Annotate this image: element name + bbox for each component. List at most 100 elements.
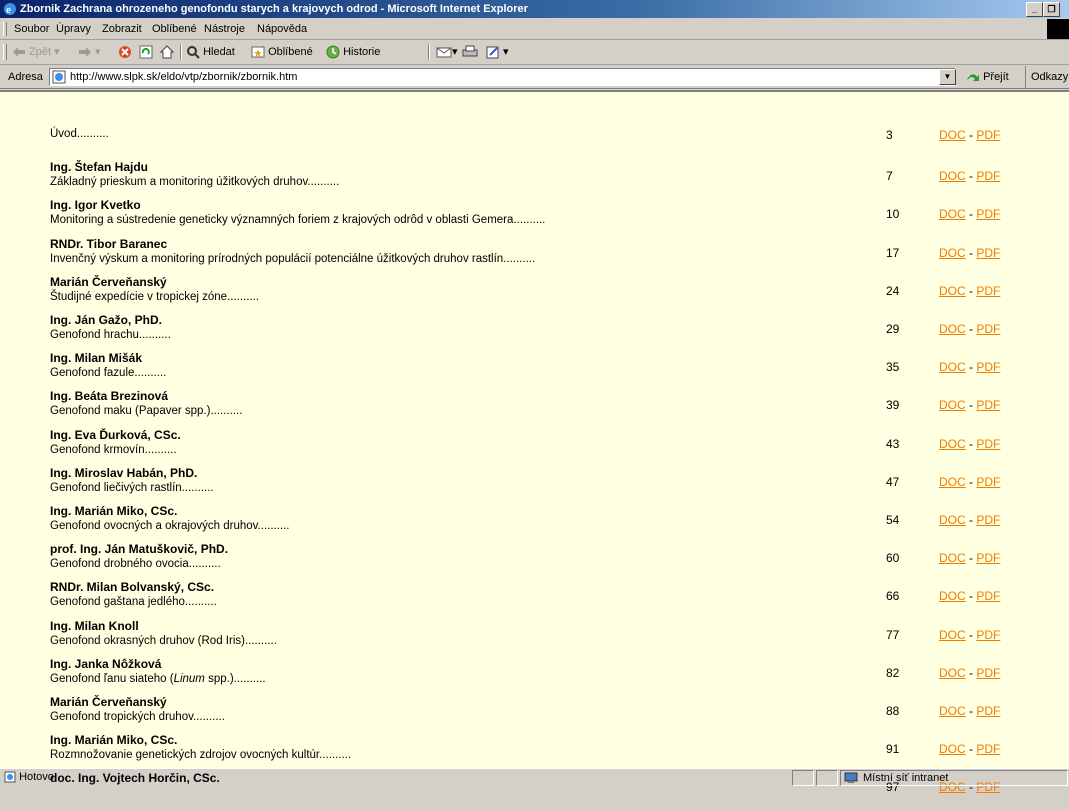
- entry-page: 24: [886, 283, 900, 298]
- entry-links: DOC - PDF: [939, 128, 1000, 142]
- doc-link[interactable]: DOC: [939, 322, 966, 336]
- history-button[interactable]: Historie: [326, 40, 380, 64]
- entry-title-part: Linum: [173, 672, 205, 685]
- pdf-link[interactable]: PDF: [976, 628, 1000, 642]
- doc-link[interactable]: DOC: [939, 360, 966, 374]
- entry-author: Ing. Eva Ďurková, CSc.: [50, 427, 181, 442]
- back-button[interactable]: Zpět ▾: [12, 40, 60, 64]
- menu-bar: Soubor Úpravy Zobrazit Oblíbené Nástroje…: [0, 19, 1069, 40]
- doc-link[interactable]: DOC: [939, 551, 966, 565]
- menu-view[interactable]: Zobrazit: [102, 19, 142, 39]
- doc-link[interactable]: DOC: [939, 246, 966, 260]
- refresh-button[interactable]: [139, 40, 153, 64]
- pdf-link[interactable]: PDF: [976, 360, 1000, 374]
- doc-link[interactable]: DOC: [939, 128, 966, 142]
- doc-link[interactable]: DOC: [939, 742, 966, 756]
- menu-tools[interactable]: Nástroje: [204, 19, 245, 39]
- doc-link[interactable]: DOC: [939, 169, 966, 183]
- status-page-icon: [4, 771, 16, 783]
- entry-author: RNDr. Milan Bolvanský, CSc.: [50, 580, 215, 595]
- doc-link[interactable]: DOC: [939, 398, 966, 412]
- status-bar: Hotovo Místní síť intranet: [0, 768, 1069, 786]
- pdf-link[interactable]: PDF: [976, 322, 1000, 336]
- link-separator: -: [965, 169, 977, 184]
- entry-title: Invenčný výskum a monitoring prírodných …: [50, 252, 536, 265]
- link-separator: -: [965, 665, 977, 680]
- pdf-link[interactable]: PDF: [976, 128, 1000, 142]
- menu-help[interactable]: Nápověda: [257, 19, 307, 39]
- pdf-link[interactable]: PDF: [976, 398, 1000, 412]
- pdf-link[interactable]: PDF: [976, 551, 1000, 565]
- toc-entry: RNDr. Milan Bolvanský, CSc. Genofond gašt…: [0, 580, 1060, 618]
- toc-entry: Ing. Ján Gažo, PhD. Genofond hrachu......…: [0, 313, 1060, 351]
- menu-edit[interactable]: Úpravy: [56, 19, 91, 39]
- toc-entry: Marián Červeňanský Genofond tropických dr…: [0, 695, 1060, 733]
- entry-links: DOC - PDF: [939, 207, 1000, 221]
- stop-button[interactable]: [118, 40, 132, 64]
- entry-links: DOC - PDF: [939, 398, 1000, 412]
- doc-link[interactable]: DOC: [939, 589, 966, 603]
- home-button[interactable]: [159, 40, 175, 64]
- pdf-link[interactable]: PDF: [976, 284, 1000, 298]
- doc-link[interactable]: DOC: [939, 475, 966, 489]
- entry-links: DOC - PDF: [939, 246, 1000, 260]
- pdf-link[interactable]: PDF: [976, 589, 1000, 603]
- intranet-icon: [844, 772, 858, 783]
- edit-button[interactable]: ▾: [486, 40, 509, 64]
- favorites-button[interactable]: Oblíbené: [251, 40, 313, 64]
- entry-page: 7: [886, 169, 893, 184]
- menu-favorites[interactable]: Oblíbené: [152, 19, 197, 39]
- link-separator: -: [965, 551, 977, 566]
- entry-author: Ing. Ján Gažo, PhD.: [50, 313, 163, 327]
- entry-page: 35: [886, 360, 900, 375]
- doc-link[interactable]: DOC: [939, 437, 966, 451]
- pdf-link[interactable]: PDF: [976, 246, 1000, 260]
- status-text-container: Hotovo: [4, 769, 54, 786]
- pdf-link[interactable]: PDF: [976, 169, 1000, 183]
- maximize-button[interactable]: ❐: [1043, 2, 1060, 17]
- entry-title-part: Genofond ľanu siateho (: [50, 672, 174, 685]
- entry-author: Ing. Milan Knoll: [50, 618, 139, 633]
- doc-link[interactable]: DOC: [939, 284, 966, 298]
- pdf-link[interactable]: PDF: [976, 475, 1000, 489]
- search-button[interactable]: Hledat: [186, 40, 235, 64]
- link-separator: -: [965, 627, 977, 642]
- go-button[interactable]: Přejít: [966, 66, 1009, 88]
- pdf-link[interactable]: PDF: [976, 437, 1000, 451]
- entry-links: DOC - PDF: [939, 704, 1000, 718]
- mail-button[interactable]: ▾: [436, 40, 458, 64]
- links-button[interactable]: Odkazy: [1025, 66, 1068, 88]
- doc-link[interactable]: DOC: [939, 207, 966, 221]
- menu-file[interactable]: Soubor: [14, 19, 49, 39]
- pdf-link[interactable]: PDF: [976, 207, 1000, 221]
- link-separator: -: [965, 245, 977, 260]
- forward-arrow-icon: [79, 47, 91, 58]
- menu-grip: [3, 22, 7, 36]
- stop-icon: [119, 46, 131, 59]
- entry-page: 54: [886, 513, 900, 527]
- history-label: Historie: [343, 46, 381, 58]
- doc-link[interactable]: DOC: [939, 666, 966, 680]
- address-dropdown[interactable]: ▼: [939, 69, 956, 85]
- pdf-link[interactable]: PDF: [976, 513, 1000, 527]
- entry-links: DOC - PDF: [939, 513, 1000, 527]
- doc-link[interactable]: DOC: [939, 704, 966, 718]
- entry-links: DOC - PDF: [939, 742, 1000, 756]
- print-button[interactable]: [462, 40, 478, 64]
- toc-entry: Ing. Igor Kvetko Monitoring a sústredenie…: [0, 198, 1060, 236]
- entry-title: Genofond fazule..........: [50, 367, 167, 380]
- address-input[interactable]: http://www.slpk.sk/eldo/vtp/zbornik/zbor…: [49, 68, 956, 86]
- go-arrow-icon: [967, 74, 979, 82]
- minimize-button[interactable]: _: [1026, 2, 1043, 17]
- pdf-link[interactable]: PDF: [976, 704, 1000, 718]
- entry-links: DOC - PDF: [939, 589, 1000, 603]
- entry-author: Ing. Marián Miko, CSc.: [50, 504, 178, 518]
- pdf-link[interactable]: PDF: [976, 742, 1000, 756]
- entry-page: 47: [886, 474, 900, 489]
- doc-link[interactable]: DOC: [939, 628, 966, 642]
- pdf-link[interactable]: PDF: [976, 666, 1000, 680]
- doc-link[interactable]: DOC: [939, 513, 966, 527]
- entry-page: 66: [886, 589, 900, 604]
- page-content: Úvod.......... 3 DOC - PDF Ing. Štefan Hajd…: [0, 90, 1069, 794]
- forward-button[interactable]: ▾: [78, 40, 101, 64]
